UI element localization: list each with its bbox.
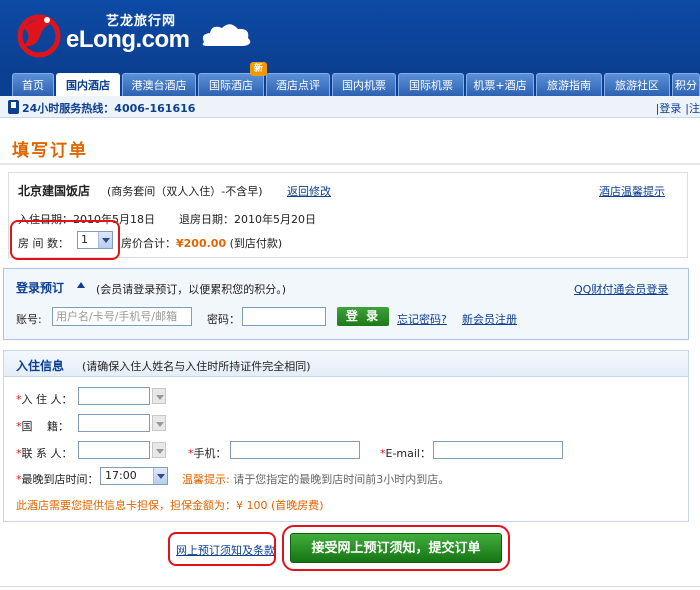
- rooms-select[interactable]: 1: [77, 231, 113, 249]
- tab-international-flights[interactable]: 国际机票: [398, 73, 464, 96]
- login-box: 登录预订 (会员请登录预订，以便累积您的积分。) QQ财付通会员登录 账号: 用…: [3, 268, 689, 340]
- contact-input[interactable]: [78, 441, 150, 459]
- email-label-text: E-mail：: [385, 447, 432, 460]
- login-title[interactable]: 登录预订: [16, 279, 64, 296]
- guarantee-notice: 此酒店需要您提供信息卡担保，担保金额为：¥ 100 (首晚房费): [16, 499, 324, 512]
- logo-english-text[interactable]: eLong.com: [66, 26, 190, 54]
- new-member-register-link[interactable]: 新会员注册: [462, 311, 517, 327]
- password-input[interactable]: [242, 307, 326, 326]
- arrival-label-text: 最晚到店时间：: [21, 473, 99, 486]
- elong-dragon-logo-icon[interactable]: [14, 8, 64, 60]
- top-links: |登录 |注: [652, 100, 700, 116]
- contact-label-text: 联 系 人：: [21, 447, 73, 460]
- back-edit-link[interactable]: 返回修改: [287, 183, 331, 199]
- login-button[interactable]: 登 录: [337, 307, 389, 326]
- site-header: 艺龙旅行网 eLong.com: [0, 0, 700, 70]
- arrival-time-select[interactable]: 17:00: [100, 467, 168, 485]
- main-nav: 首页 国内酒店 港澳台酒店 国际酒店 酒店点评 国内机票 国际机票 机票+酒店 …: [0, 70, 700, 96]
- account-input[interactable]: 用户名/卡号/手机号/邮箱: [52, 307, 192, 326]
- collapse-up-icon[interactable]: [77, 282, 85, 288]
- bottom-divider: [0, 586, 700, 587]
- contact-label: *联 系 人：: [16, 445, 73, 461]
- checkout-date: 退房日期：2010年5月20日: [179, 213, 316, 226]
- tab-domestic-hotels[interactable]: 国内酒店: [56, 73, 120, 96]
- chevron-down-icon[interactable]: [152, 442, 166, 458]
- page-title-area: 填写订单: [0, 122, 700, 165]
- email-input[interactable]: [433, 441, 563, 459]
- arrival-time-value: 17:00: [105, 469, 137, 482]
- qq-login-link[interactable]: QQ财付通会员登录: [574, 281, 668, 297]
- tab-travel-community[interactable]: 旅游社区: [604, 73, 670, 96]
- tab-hotel-reviews[interactable]: 酒店点评: [266, 73, 330, 96]
- register-top-link[interactable]: |注: [685, 102, 700, 115]
- warm-tip: 温馨提示: 请于您指定的最晚到店时间前3小时内到店。: [182, 471, 449, 487]
- hotline-bar: 24小时服务热线：4006-161616 |登录 |注: [0, 96, 700, 118]
- warm-tip-text: 请于您指定的最晚到店时间前3小时内到店。: [233, 473, 450, 486]
- tab-home[interactable]: 首页: [12, 73, 54, 96]
- tab-travel-guide[interactable]: 旅游指南: [536, 73, 602, 96]
- tab-domestic-flights[interactable]: 国内机票: [332, 73, 396, 96]
- warm-tip-label: 温馨提示:: [182, 473, 230, 486]
- cloud-icon: [202, 24, 251, 46]
- terms-link[interactable]: 网上预订须知及条款: [176, 542, 275, 558]
- submit-order-button[interactable]: 接受网上预订须知，提交订单: [290, 533, 502, 563]
- login-link[interactable]: |登录: [656, 102, 682, 115]
- hotel-tips-link[interactable]: 酒店温馨提示: [599, 183, 665, 199]
- rooms-value: 1: [81, 233, 88, 246]
- hotel-summary-box: 北京建国饭店 (商务套间（双人入住）-不含早) 返回修改 酒店温馨提示 入住日期…: [8, 172, 688, 258]
- arrival-label: *最晚到店时间：: [16, 471, 99, 487]
- price-total: 房价合计：¥200.00 (到店付款): [121, 235, 282, 251]
- chevron-down-icon[interactable]: [152, 388, 166, 404]
- forgot-password-link[interactable]: 忘记密码?: [397, 311, 447, 327]
- tab-flight-hotel[interactable]: 机票+酒店: [466, 73, 534, 96]
- hotline-text: 24小时服务热线：4006-161616: [22, 102, 196, 115]
- price-value: ¥200.00: [176, 237, 227, 250]
- password-label: 密码：: [207, 313, 240, 326]
- tab-hk-macau-taiwan-hotels[interactable]: 港澳台酒店: [122, 73, 196, 96]
- rooms-label: 房 间 数：: [18, 237, 69, 250]
- price-note: (到店付款): [229, 237, 283, 250]
- phone-icon: [8, 100, 19, 114]
- chevron-down-icon[interactable]: [152, 415, 166, 431]
- chevron-down-icon[interactable]: [153, 468, 167, 484]
- login-note: (会员请登录预订，以便累积您的积分。): [96, 283, 287, 296]
- title-divider: [0, 163, 700, 165]
- mobile-label: *手机：: [188, 445, 227, 461]
- guest-info-header: 入住信息 (请确保入住人姓名与入住时所持证件完全相同): [4, 351, 688, 377]
- tab-points[interactable]: 积分: [672, 73, 700, 96]
- page-title: 填写订单: [12, 141, 88, 161]
- new-badge: 新: [250, 62, 267, 76]
- price-label: 房价合计：: [121, 237, 176, 250]
- guest-info-title: 入住信息: [16, 359, 65, 373]
- nationality-input[interactable]: [78, 414, 150, 432]
- hotel-name: 北京建国饭店: [18, 184, 91, 198]
- tab-international-hotels[interactable]: 国际酒店: [198, 73, 264, 96]
- room-type: (商务套间（双人入住）-不含早): [107, 185, 263, 198]
- mobile-label-text: 手机：: [193, 447, 227, 460]
- nationality-label-text: 国 籍：: [21, 420, 70, 433]
- guest-info-note: (请确保入住人姓名与入住时所持证件完全相同): [82, 360, 311, 373]
- guest-name-label: *入 住 人：: [16, 391, 73, 407]
- guest-name-input[interactable]: [78, 387, 150, 405]
- guest-info-box: 入住信息 (请确保入住人姓名与入住时所持证件完全相同) *入 住 人： *国 籍…: [3, 350, 689, 522]
- account-label: 账号:: [16, 313, 42, 326]
- chevron-down-icon[interactable]: [98, 232, 112, 248]
- checkin-date: 入住日期：2010年5月18日: [18, 213, 155, 226]
- nationality-label: *国 籍：: [16, 418, 69, 434]
- guest-name-label-text: 入 住 人：: [21, 393, 73, 406]
- email-label: *E-mail：: [380, 445, 431, 461]
- mobile-input[interactable]: [230, 441, 360, 459]
